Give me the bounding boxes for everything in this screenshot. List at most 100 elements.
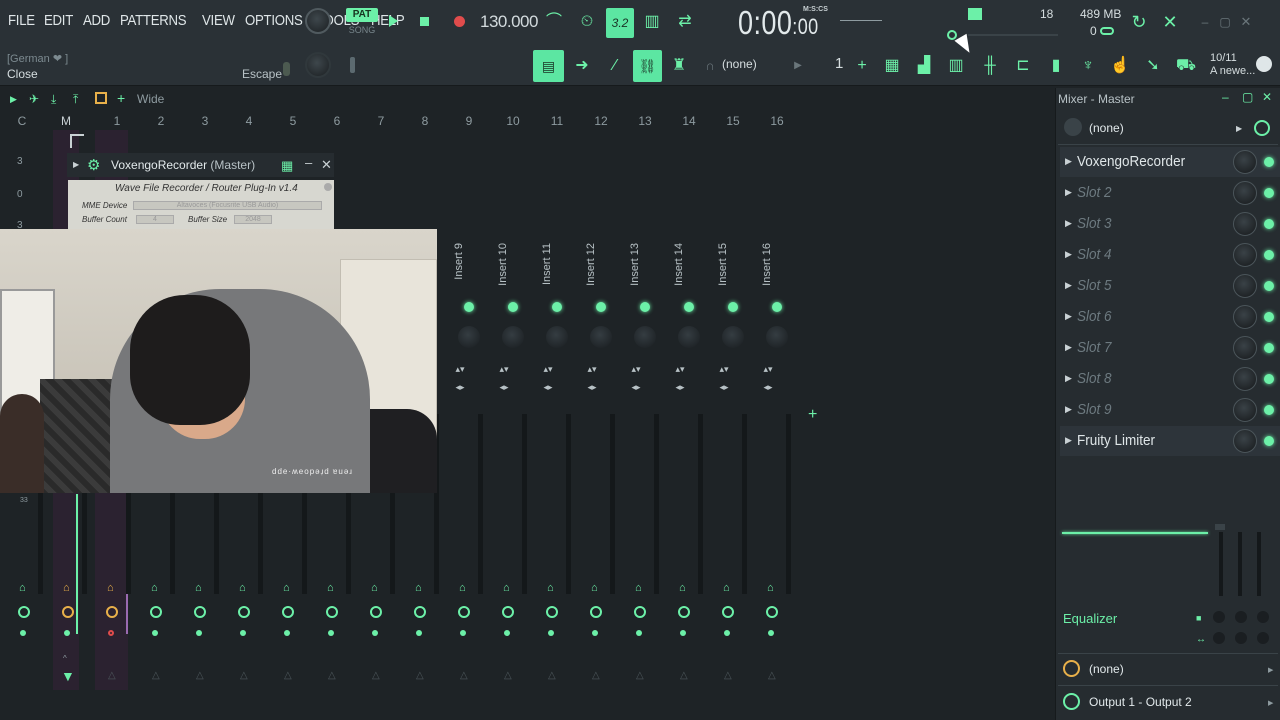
mixer-faders-icon[interactable]: ╫ (978, 54, 1002, 78)
route-arrow-icon[interactable]: △ (636, 670, 644, 681)
step-edit-button[interactable]: 3.2 (606, 8, 634, 38)
plugin-icon[interactable]: ♆ (1076, 54, 1100, 78)
file-icon[interactable]: ▮ (1044, 54, 1068, 78)
route-arrow-icon[interactable]: △ (284, 670, 292, 681)
arrow-right-icon[interactable]: ▶ (1268, 666, 1273, 674)
lock-icon[interactable]: ⌂ (151, 582, 158, 594)
swap-arrows[interactable]: ◂▸ (718, 383, 730, 392)
route-dot[interactable] (636, 630, 642, 636)
minimize-icon[interactable]: – (305, 155, 312, 170)
route-arrow-icon[interactable]: △ (768, 670, 776, 681)
clock-icon[interactable] (18, 606, 30, 618)
slot-mix-knob[interactable] (1233, 367, 1257, 391)
route-arrow-icon[interactable]: △ (724, 670, 732, 681)
insert-enable-led[interactable] (684, 302, 694, 312)
effect-slot[interactable]: ▶ Slot 5 (1060, 271, 1280, 301)
route-dot[interactable] (20, 630, 26, 636)
lock-icon[interactable]: ⌂ (547, 582, 554, 594)
wait-record-icon[interactable]: ⏲ (575, 10, 599, 34)
loop-record-icon[interactable]: ⇄ (673, 10, 697, 34)
route-dot[interactable] (548, 630, 554, 636)
news-hint[interactable]: 10/11 A newe... (1210, 52, 1255, 78)
slider-handle[interactable] (947, 30, 957, 40)
slot-enable-led[interactable] (1264, 436, 1274, 446)
lock-icon[interactable]: ⌂ (503, 582, 510, 594)
slot-menu-arrow-icon[interactable]: ▶ (1065, 218, 1072, 229)
clock-icon[interactable] (678, 606, 690, 618)
eq-knob[interactable] (1257, 632, 1269, 644)
pattern-number[interactable]: 1 (835, 55, 843, 72)
eq-knob[interactable] (1213, 632, 1225, 644)
master-volume-knob[interactable] (305, 8, 331, 34)
swap-arrows[interactable]: ◂▸ (542, 383, 554, 392)
lock-icon[interactable]: ⌂ (283, 582, 290, 594)
tools-icon[interactable]: ✕ (1158, 10, 1182, 34)
input-icon[interactable] (1064, 118, 1082, 136)
lock-icon[interactable]: ⌂ (371, 582, 378, 594)
pan-knob[interactable] (634, 326, 656, 348)
route-dot[interactable] (460, 630, 466, 636)
slot-menu-arrow-icon[interactable]: ▶ (1065, 156, 1072, 167)
clock-icon[interactable] (1254, 120, 1270, 136)
effect-slot[interactable]: ▶ Slot 6 (1060, 302, 1280, 332)
playlist-icon[interactable]: ▦ (880, 54, 904, 78)
insert-enable-led[interactable] (728, 302, 738, 312)
main-volume-slider[interactable] (968, 34, 1058, 36)
clock-icon[interactable] (722, 606, 734, 618)
slot-enable-led[interactable] (1264, 281, 1274, 291)
output-icon[interactable] (1063, 693, 1080, 710)
arrow-right-icon[interactable]: ▶ (1268, 699, 1273, 707)
pan-knob[interactable] (546, 326, 568, 348)
master-pitch-knob[interactable] (305, 52, 331, 78)
arrow-right-icon[interactable]: ▶ (1236, 124, 1242, 133)
route-arrow-icon[interactable]: △ (548, 670, 556, 681)
lock-icon[interactable]: ⌂ (679, 582, 686, 594)
slot-menu-arrow-icon[interactable]: ▶ (1065, 435, 1072, 446)
close-icon[interactable]: ✕ (1262, 90, 1272, 104)
effect-slot[interactable]: ▶ Slot 3 (1060, 209, 1280, 239)
route-dot[interactable] (768, 630, 774, 636)
menu-options[interactable]: OPTIONS (245, 12, 303, 29)
fader-track[interactable] (478, 414, 483, 594)
clock-icon[interactable] (106, 606, 118, 618)
mixer-icon[interactable]: ▥ (944, 54, 968, 78)
grid-icon[interactable]: ▦ (281, 158, 293, 174)
maximize-icon[interactable]: ▢ (1242, 90, 1253, 104)
slot-menu-arrow-icon[interactable]: ▶ (1065, 280, 1072, 291)
collapse-icon[interactable]: ⤒ (73, 92, 78, 107)
lock-icon[interactable]: ⌂ (767, 582, 774, 594)
swap-arrows[interactable]: ◂▸ (586, 383, 598, 392)
cart-icon[interactable]: ⛟ (1174, 54, 1198, 78)
slot-mix-knob[interactable] (1233, 212, 1257, 236)
route-arrow-icon[interactable]: △ (108, 670, 116, 681)
route-dot[interactable] (680, 630, 686, 636)
route-arrow-icon[interactable]: △ (328, 670, 336, 681)
insert-enable-led[interactable] (596, 302, 606, 312)
buffer-count-field[interactable]: 4 (136, 215, 174, 224)
arrow-right-icon[interactable]: ➜ (570, 54, 594, 78)
lock-icon[interactable]: ⌂ (327, 582, 334, 594)
slot-mix-knob[interactable] (1233, 243, 1257, 267)
lock-icon[interactable]: ⌂ (723, 582, 730, 594)
fader-cap[interactable] (1215, 524, 1225, 530)
route-dot[interactable] (64, 630, 70, 636)
slot-menu-arrow-icon[interactable]: ▶ (1065, 311, 1072, 322)
lock-icon[interactable]: ⌂ (239, 582, 246, 594)
send-arrow-icon[interactable]: ▼ (61, 668, 75, 684)
piano-roll-icon[interactable]: ▤ (533, 50, 564, 82)
insert-enable-led[interactable] (552, 302, 562, 312)
clock-icon[interactable] (150, 606, 162, 618)
pencil-icon[interactable]: ∕ (603, 54, 627, 78)
swap-arrows[interactable]: ◂▸ (498, 383, 510, 392)
clock-icon[interactable] (546, 606, 558, 618)
tempo-display[interactable]: 130.000 (480, 12, 538, 32)
eq-knob[interactable] (1235, 611, 1247, 623)
route-arrow-icon[interactable]: △ (592, 670, 600, 681)
clock-icon[interactable] (1063, 660, 1080, 677)
fader-track[interactable] (698, 414, 703, 594)
eq-band-fader[interactable] (1257, 532, 1261, 596)
stereo-icon[interactable]: ↔ (1196, 634, 1206, 645)
pan-knob[interactable] (722, 326, 744, 348)
minimize-icon[interactable]: – (1222, 90, 1229, 104)
link-chain-icon[interactable]: ⛓ (633, 50, 662, 82)
